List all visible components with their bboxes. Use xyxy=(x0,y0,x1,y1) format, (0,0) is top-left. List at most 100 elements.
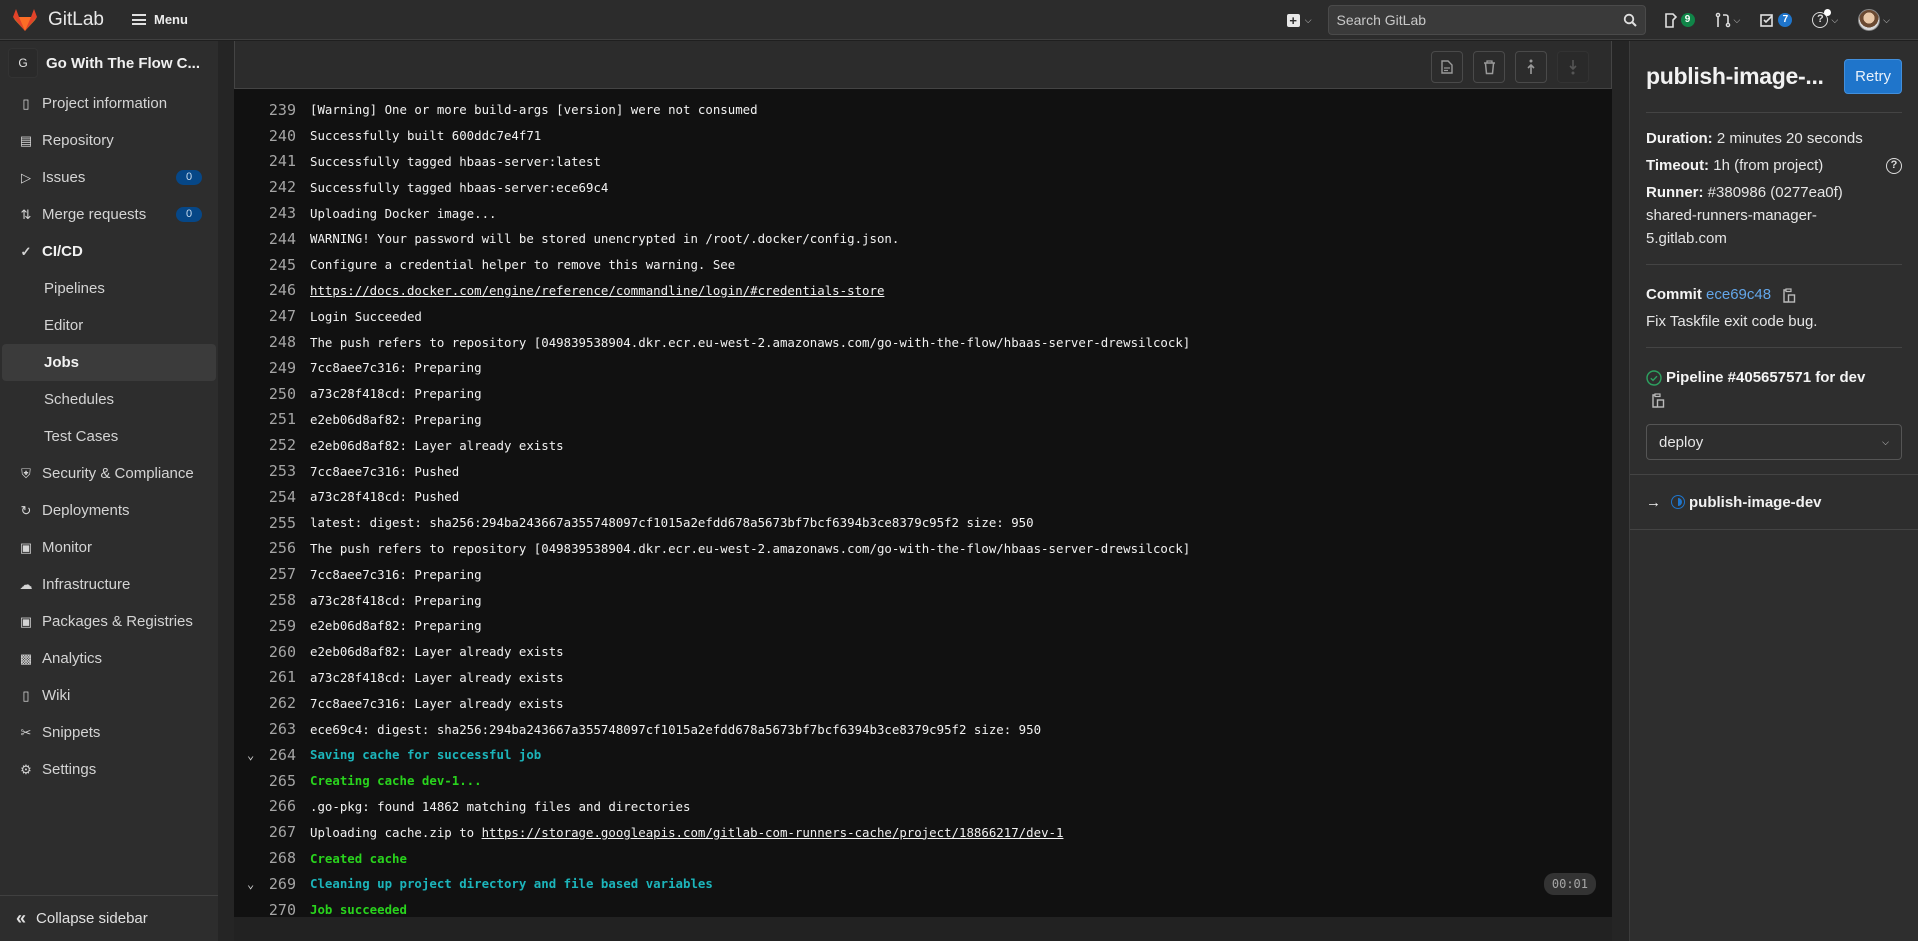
new-dropdown-button[interactable]: + ⌵ xyxy=(1286,13,1312,27)
chevron-down-icon[interactable]: ⌄ xyxy=(247,877,254,891)
log-line: 265 Creating cache dev-1... xyxy=(234,768,1612,794)
sidebar-item-project-information[interactable]: ▯ Project information xyxy=(2,85,216,122)
sidebar-item-editor[interactable]: Editor xyxy=(2,307,216,344)
project-name: Go With The Flow C... xyxy=(46,54,201,72)
issues-nav-button[interactable]: 9 xyxy=(1664,12,1695,28)
line-number[interactable]: 270 xyxy=(234,901,296,919)
copy-icon[interactable] xyxy=(1783,287,1796,303)
scroll-to-bottom-button[interactable] xyxy=(1557,51,1589,83)
project-header[interactable]: G Go With The Flow C... xyxy=(0,41,218,85)
collapse-sidebar-label: Collapse sidebar xyxy=(36,910,148,927)
stage-dropdown[interactable]: deploy ⌵ xyxy=(1646,424,1902,460)
line-number[interactable]: 258 xyxy=(234,591,296,609)
sidebar-item-jobs[interactable]: Jobs xyxy=(2,344,216,381)
line-number[interactable]: 256 xyxy=(234,539,296,557)
show-raw-button[interactable] xyxy=(1431,51,1463,83)
line-number[interactable]: 243 xyxy=(234,204,296,222)
line-number[interactable]: 251 xyxy=(234,410,296,428)
merge-request-icon xyxy=(1715,12,1730,28)
line-number[interactable]: 262 xyxy=(234,694,296,712)
line-number[interactable]: 250 xyxy=(234,385,296,403)
log-text-content: 7cc8aee7c316: Preparing xyxy=(310,566,482,582)
line-number[interactable]: 252 xyxy=(234,436,296,454)
line-number[interactable]: 240 xyxy=(234,127,296,145)
sidebar-item-label: Deployments xyxy=(42,502,130,519)
chevron-down-icon[interactable]: ⌄ xyxy=(247,748,254,762)
gitlab-home-link[interactable]: GitLab xyxy=(12,8,104,32)
sidebar-item-schedules[interactable]: Schedules xyxy=(2,381,216,418)
line-number[interactable]: 264 xyxy=(234,746,296,764)
plus-icon: + xyxy=(1286,13,1300,27)
line-number[interactable]: 267 xyxy=(234,823,296,841)
line-number[interactable]: 261 xyxy=(234,668,296,686)
sidebar-item-test-cases[interactable]: Test Cases xyxy=(2,418,216,455)
todos-nav-button[interactable]: 7 xyxy=(1760,13,1793,28)
line-number[interactable]: 268 xyxy=(234,849,296,867)
log-link[interactable]: https://storage.googleapis.com/gitlab-co… xyxy=(482,825,1064,840)
line-number[interactable]: 245 xyxy=(234,256,296,274)
sidebar-item-snippets[interactable]: ✂ Snippets xyxy=(2,714,216,751)
search-input[interactable] xyxy=(1336,12,1607,28)
sidebar-item-deployments[interactable]: ↻ Deployments xyxy=(2,492,216,529)
menu-button[interactable]: Menu xyxy=(131,12,188,27)
line-number[interactable]: 260 xyxy=(234,643,296,661)
line-number[interactable]: 259 xyxy=(234,617,296,635)
sidebar-item-settings[interactable]: ⚙ Settings xyxy=(2,751,216,788)
commit-sha-link[interactable]: ece69c48 xyxy=(1706,286,1771,303)
sidebar-item-issues[interactable]: ▷ Issues 0 xyxy=(2,159,216,196)
sidebar-item-pipelines[interactable]: Pipelines xyxy=(2,270,216,307)
line-number[interactable]: 246 xyxy=(234,281,296,299)
job-log: 239 [Warning] One or more build-args [ver… xyxy=(234,89,1612,919)
duration-label: Duration: xyxy=(1646,130,1713,147)
retry-button[interactable]: Retry xyxy=(1844,59,1902,94)
help-icon[interactable]: ? xyxy=(1886,157,1902,174)
line-number[interactable]: 263 xyxy=(234,720,296,738)
line-number[interactable]: 239 xyxy=(234,101,296,119)
line-number[interactable]: 265 xyxy=(234,772,296,790)
log-text: 7cc8aee7c316: Preparing xyxy=(310,567,482,582)
line-number[interactable]: 253 xyxy=(234,462,296,480)
sidebar-item-security-compliance[interactable]: ⛨ Security & Compliance xyxy=(2,455,216,492)
sidebar-item-analytics[interactable]: ▩ Analytics xyxy=(2,640,216,677)
erase-log-button[interactable] xyxy=(1473,51,1505,83)
line-number[interactable]: 254 xyxy=(234,488,296,506)
current-job-link[interactable]: → publish-image-dev xyxy=(1630,474,1918,530)
sidebar-item-label: Packages & Registries xyxy=(42,613,193,630)
log-section-header[interactable]: ⌄ 269 Cleaning up project directory and fi… xyxy=(234,871,1612,897)
help-nav-button[interactable]: ? ⌵ xyxy=(1812,9,1838,28)
log-link[interactable]: https://docs.docker.com/engine/reference… xyxy=(310,283,884,298)
user-menu-button[interactable]: ⌵ xyxy=(1858,9,1890,31)
line-number[interactable]: 247 xyxy=(234,307,296,325)
line-number[interactable]: 249 xyxy=(234,359,296,377)
line-number[interactable]: 255 xyxy=(234,514,296,532)
log-text-content: e2eb06d8af82: Layer already exists xyxy=(310,644,564,660)
sidebar-item-infrastructure[interactable]: ☁ Infrastructure xyxy=(2,566,216,603)
scissors-icon: ✂ xyxy=(20,724,32,740)
merge-requests-nav-button[interactable]: ⌵ xyxy=(1715,12,1740,28)
collapse-sidebar-button[interactable]: « Collapse sidebar xyxy=(0,895,218,941)
line-number[interactable]: 257 xyxy=(234,565,296,583)
sidebar-item-packages-registries[interactable]: ▣ Packages & Registries xyxy=(2,603,216,640)
rocket-icon: ✓ xyxy=(20,243,32,259)
log-text-content: a73c28f418cd: Preparing xyxy=(310,386,482,402)
log-line: 268 Created cache xyxy=(234,845,1612,871)
pipeline-link[interactable]: Pipeline #405657571 for dev xyxy=(1666,366,1865,389)
line-number[interactable]: 269 xyxy=(234,875,296,893)
scroll-to-top-button[interactable] xyxy=(1515,51,1547,83)
sidebar-item-merge-requests[interactable]: ⇅ Merge requests 0 xyxy=(2,196,216,233)
runner-value: #380986 (0277ea0f) xyxy=(1707,184,1843,201)
line-number[interactable]: 244 xyxy=(234,230,296,248)
sidebar-item-repository[interactable]: ▤ Repository xyxy=(2,122,216,159)
line-number[interactable]: 242 xyxy=(234,178,296,196)
log-text-content: e2eb06d8af82: Preparing xyxy=(310,411,482,427)
line-number[interactable]: 266 xyxy=(234,797,296,815)
copy-icon[interactable] xyxy=(1652,393,1665,408)
sidebar-item-ci-cd[interactable]: ✓ CI/CD xyxy=(2,233,216,270)
log-section-header[interactable]: ⌄ 264 Saving cache for successful job xyxy=(234,742,1612,768)
line-number[interactable]: 248 xyxy=(234,333,296,351)
search-box[interactable] xyxy=(1327,5,1646,35)
line-number[interactable]: 241 xyxy=(234,152,296,170)
sidebar-item-monitor[interactable]: ▣ Monitor xyxy=(2,529,216,566)
sidebar-item-wiki[interactable]: ▯ Wiki xyxy=(2,677,216,714)
log-line: 251 e2eb06d8af82: Preparing xyxy=(234,407,1612,433)
